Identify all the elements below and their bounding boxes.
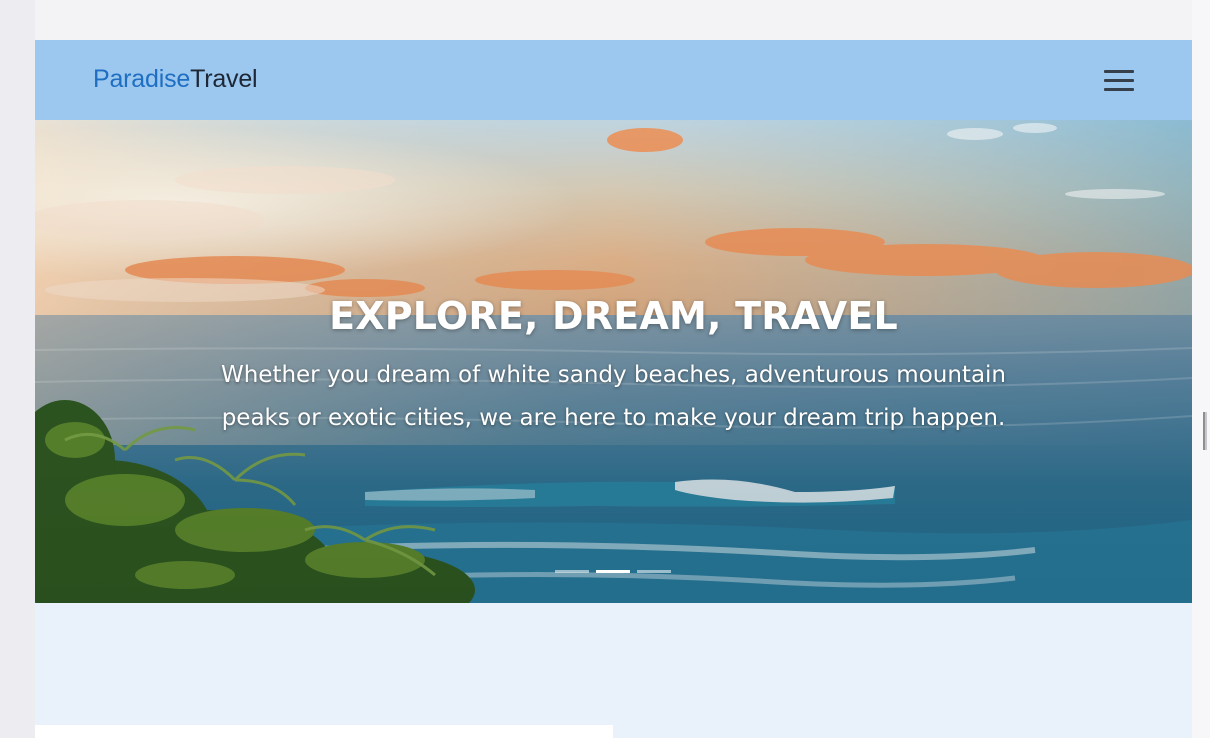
- brand-logo[interactable]: ParadiseTravel: [93, 64, 258, 94]
- carousel-indicator-2[interactable]: [596, 570, 630, 573]
- page: ParadiseTravel EXPLORE, DREAM, TRAVEL Wh…: [35, 40, 1192, 738]
- hamburger-menu-button[interactable]: [1101, 67, 1135, 95]
- carousel-indicator-1[interactable]: [555, 570, 589, 573]
- carousel-indicator-3[interactable]: [637, 570, 671, 573]
- navbar: ParadiseTravel: [35, 40, 1192, 120]
- hero-carousel: EXPLORE, DREAM, TRAVEL Whether you dream…: [35, 120, 1192, 603]
- brand-part-travel: Travel: [190, 65, 258, 93]
- left-gutter: [0, 0, 35, 738]
- brand-part-paradise: Paradise: [93, 65, 191, 93]
- hero-subtitle: Whether you dream of white sandy beaches…: [220, 362, 1007, 431]
- content-card-peek: [35, 725, 613, 738]
- scrollbar-grip[interactable]: [1203, 412, 1207, 450]
- right-gutter: [1192, 0, 1210, 738]
- browser-top-strip: [0, 0, 1210, 40]
- carousel-indicators: [555, 570, 675, 576]
- hero-title: EXPLORE, DREAM, TRAVEL: [329, 294, 898, 338]
